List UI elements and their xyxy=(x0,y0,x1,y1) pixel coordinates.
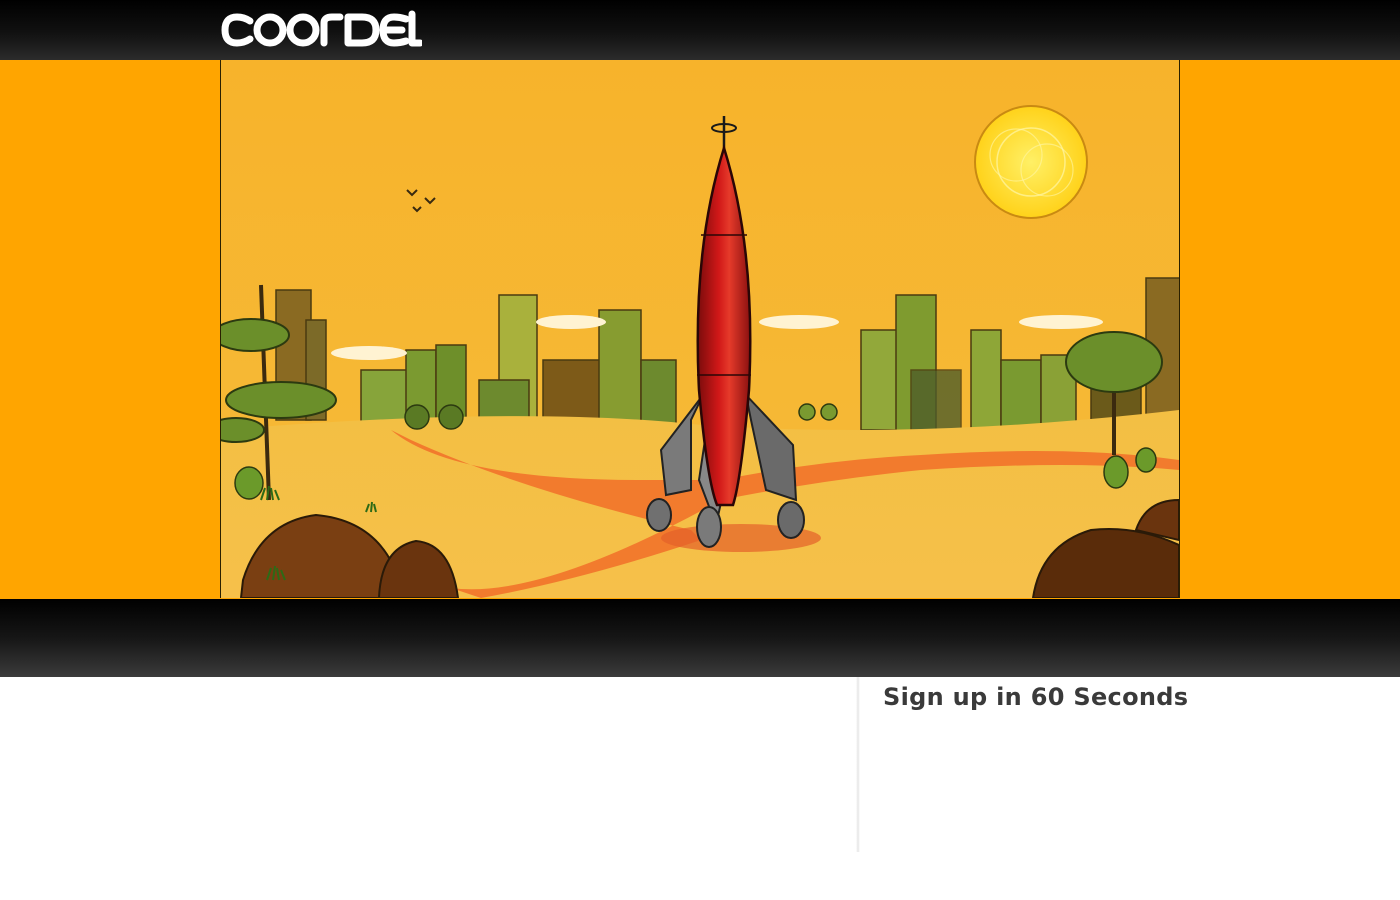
coordel-logo-graphic xyxy=(221,10,422,47)
signup-section: Sign up in 60 Seconds xyxy=(0,677,1400,900)
bottom-dark-bar xyxy=(0,599,1400,677)
coordel-logo[interactable] xyxy=(220,10,422,50)
top-header-bar xyxy=(0,0,1400,60)
signup-heading: Sign up in 60 Seconds xyxy=(883,683,1189,711)
column-divider xyxy=(856,677,860,852)
hero-illustration xyxy=(220,60,1180,598)
sun xyxy=(974,105,1088,219)
